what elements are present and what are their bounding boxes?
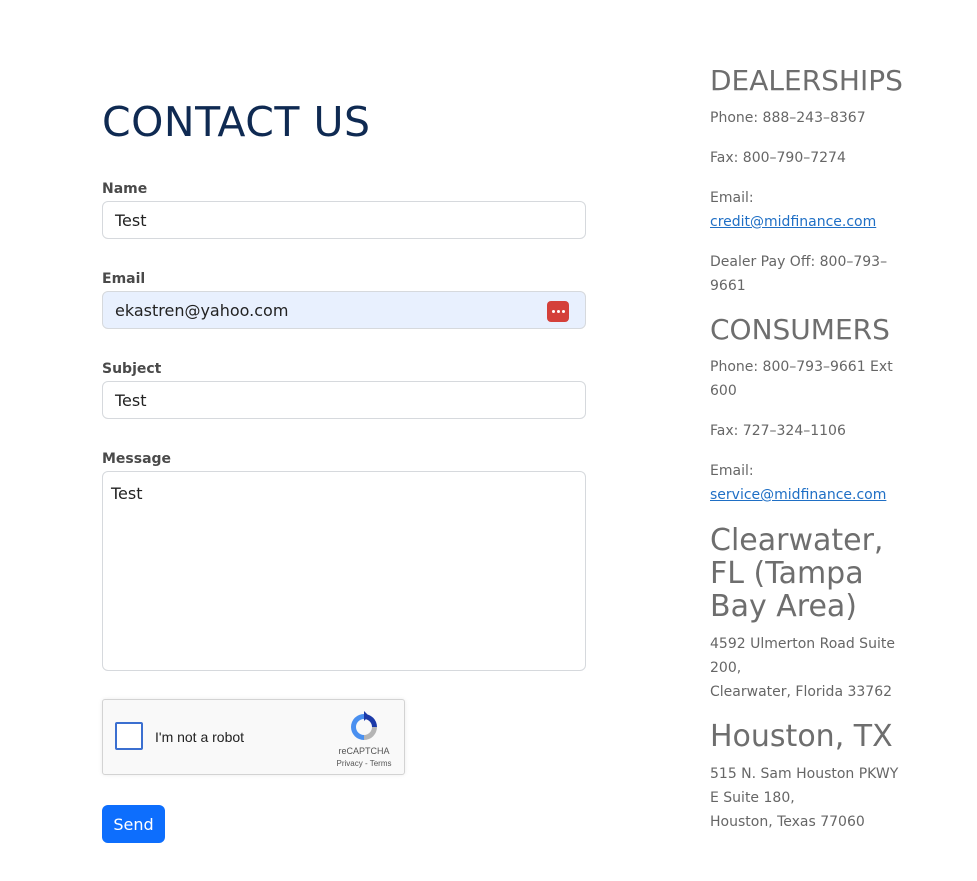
clearwater-address: 4592 Ulmerton Road Suite 200, Clearwater… bbox=[710, 632, 900, 704]
clearwater-heading-line2: FL (Tampa bbox=[710, 556, 864, 591]
houston-address-line2: E Suite 180, bbox=[710, 790, 795, 806]
clearwater-address-line1: 4592 Ulmerton Road Suite bbox=[710, 636, 895, 652]
subject-label: Subject bbox=[102, 361, 162, 377]
dealerships-phone-wrap: Phone: 888–243–8367 bbox=[710, 106, 900, 130]
recaptcha-widget: I'm not a robot reCAPTCHA Privacy - Term… bbox=[102, 699, 405, 775]
contact-page: CONTACT US Name Test Email ekastren@yaho… bbox=[0, 0, 977, 881]
dealerships-phone: Phone: 888–243–8367 bbox=[710, 110, 866, 126]
consumers-email-link[interactable]: service@midfinance.com bbox=[710, 487, 886, 503]
dealerships-section: DEALERSHIPS bbox=[710, 64, 903, 97]
recaptcha-label: I'm not a robot bbox=[155, 729, 245, 745]
message-field[interactable]: Test bbox=[102, 471, 586, 671]
dealerships-fax-wrap: Fax: 800–790–7274 bbox=[710, 146, 900, 170]
consumers-section: CONSUMERS bbox=[710, 313, 900, 346]
houston-heading: Houston, TX bbox=[710, 719, 893, 754]
clearwater-address-line2: 200, bbox=[710, 660, 742, 676]
dealerships-payoff-line1: Dealer Pay Off: 800–793– bbox=[710, 254, 888, 270]
message-label: Message bbox=[102, 451, 172, 467]
recaptcha-terms-link[interactable]: Privacy - Terms bbox=[329, 759, 399, 768]
dealerships-heading: DEALERSHIPS bbox=[710, 64, 903, 97]
dealerships-fax: Fax: 800–790–7274 bbox=[710, 150, 846, 166]
dealerships-email-wrap: Email: credit@midfinance.com bbox=[710, 186, 900, 234]
recaptcha-brand: reCAPTCHA bbox=[338, 746, 390, 756]
consumers-email-label: Email: bbox=[710, 463, 754, 479]
houston-section: Houston, TX bbox=[710, 720, 900, 753]
houston-address-line1: 515 N. Sam Houston PKWY bbox=[710, 766, 899, 782]
consumers-fax: Fax: 727–324–1106 bbox=[710, 423, 846, 439]
clearwater-heading-line1: Clearwater, bbox=[710, 523, 884, 558]
email-label: Email bbox=[102, 271, 146, 287]
consumers-phone-wrap: Phone: 800–793–9661 Ext 600 bbox=[710, 355, 900, 403]
houston-address-line3: Houston, Texas 77060 bbox=[710, 814, 865, 830]
email-value: ekastren@yahoo.com bbox=[115, 300, 289, 320]
consumers-fax-wrap: Fax: 727–324–1106 bbox=[710, 419, 900, 443]
consumers-email-wrap: Email: service@midfinance.com bbox=[710, 459, 900, 507]
houston-address: 515 N. Sam Houston PKWY E Suite 180, Hou… bbox=[710, 762, 900, 834]
subject-value: Test bbox=[115, 390, 147, 410]
send-button[interactable]: Send bbox=[102, 805, 165, 843]
recaptcha-icon bbox=[351, 711, 377, 740]
page-title: CONTACT US bbox=[102, 98, 371, 146]
clearwater-heading-line3: Bay Area) bbox=[710, 589, 857, 624]
name-field[interactable]: Test bbox=[102, 201, 586, 239]
email-field[interactable]: ekastren@yahoo.com bbox=[102, 291, 586, 329]
clearwater-section: Clearwater, FL (Tampa Bay Area) bbox=[710, 524, 900, 623]
recaptcha-checkbox[interactable] bbox=[115, 722, 143, 750]
clearwater-address-line3: Clearwater, Florida 33762 bbox=[710, 684, 893, 700]
consumers-phone-line1: Phone: 800–793–9661 Ext bbox=[710, 359, 893, 375]
dealerships-email-label: Email: bbox=[710, 190, 754, 206]
password-manager-icon[interactable] bbox=[547, 301, 569, 322]
consumers-phone-line2: 600 bbox=[710, 383, 737, 399]
dealerships-payoff-wrap: Dealer Pay Off: 800–793– 9661 bbox=[710, 250, 900, 298]
name-value: Test bbox=[115, 210, 147, 230]
consumers-heading: CONSUMERS bbox=[710, 313, 890, 346]
name-label: Name bbox=[102, 181, 148, 197]
subject-field[interactable]: Test bbox=[102, 381, 586, 419]
dealerships-email-link[interactable]: credit@midfinance.com bbox=[710, 214, 876, 230]
dealerships-payoff-line2: 9661 bbox=[710, 278, 746, 294]
message-value: Test bbox=[111, 484, 143, 503]
